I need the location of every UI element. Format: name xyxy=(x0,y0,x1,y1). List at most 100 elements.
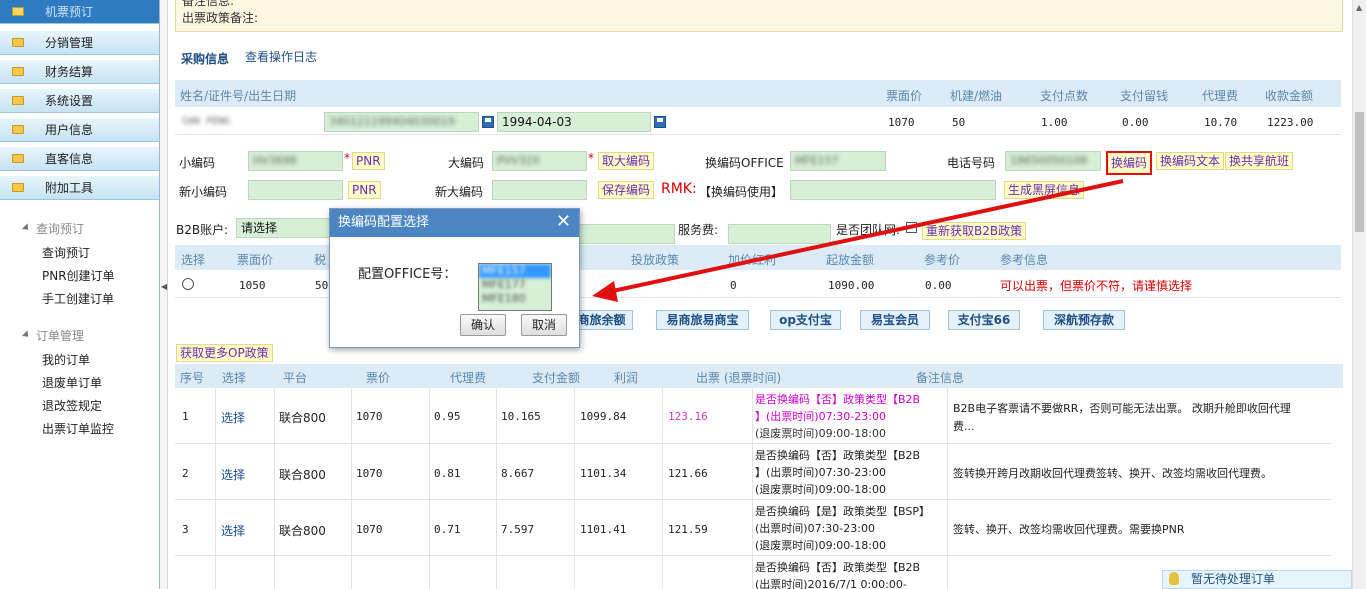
policy-col-fee: 代理费 xyxy=(450,371,487,385)
folder-icon xyxy=(12,67,24,76)
row-platform: 联合800 xyxy=(279,411,326,425)
small-code-value: HV3698 xyxy=(253,154,297,167)
remark-line: 费... xyxy=(953,420,975,433)
b2b-ref-price: 0.00 xyxy=(925,279,952,292)
group-network-checkbox[interactable] xyxy=(906,222,917,233)
dialog-title: 换编码配置选择 xyxy=(330,209,579,237)
link-change-rules[interactable]: 退改签规定 xyxy=(42,397,102,414)
section-booking[interactable]: 查询预订 xyxy=(21,220,85,237)
row-no: 1 xyxy=(182,410,189,423)
refetch-b2b-policy-button[interactable]: 重新获取B2B政策 xyxy=(922,222,1027,240)
scrollbar-thumb[interactable] xyxy=(1355,112,1364,232)
change-shared-flight-button[interactable]: 换共享航班 xyxy=(1225,152,1294,170)
row-select-link[interactable]: 选择 xyxy=(221,409,245,426)
sidebar-splitter[interactable]: ◀ xyxy=(160,0,168,589)
row-amount: 1101.34 xyxy=(580,467,627,480)
change-office-field[interactable]: MFE157 xyxy=(790,151,886,171)
service-fee-field[interactable] xyxy=(728,224,831,244)
row-platform: 联合800 xyxy=(279,524,326,538)
row-platform: 联合800 xyxy=(279,468,326,482)
office-option[interactable]: MFE177 xyxy=(479,278,551,292)
b2b-extra-field[interactable] xyxy=(577,224,675,244)
menu-finance[interactable]: 财务结算 xyxy=(0,60,159,84)
sidebar: 机票预订 分销管理 财务结算 系统设置 用户信息 直客信息 附加工具 查询预订 … xyxy=(0,0,160,589)
menu-label: 机票预订 xyxy=(45,5,94,19)
new-big-code-field[interactable] xyxy=(492,180,587,200)
new-pnr-button[interactable]: PNR xyxy=(348,181,381,199)
rmk-field[interactable] xyxy=(790,180,996,200)
section-orders[interactable]: 订单管理 xyxy=(21,327,84,344)
scroll-up-icon[interactable]: ▲ xyxy=(1356,3,1362,12)
ticket-line: 是否换编码【否】政策类型【B2B xyxy=(755,449,921,462)
office-option[interactable]: MFE157 xyxy=(479,264,551,278)
id-number-field[interactable]: 340121199404030019 xyxy=(324,112,479,132)
office-option[interactable]: MFE180 xyxy=(479,292,551,306)
close-icon[interactable]: ✕ xyxy=(556,212,571,232)
pay-yibao-member-button[interactable]: 易宝会员 xyxy=(860,310,930,330)
link-my-orders[interactable]: 我的订单 xyxy=(42,351,90,368)
row-ticket-info: 是否换编码【否】政策类型【B2B 】(出票时间)07:30-23:00 (退废票… xyxy=(755,391,920,442)
link-manual-create[interactable]: 手工创建订单 xyxy=(42,290,114,307)
folder-icon xyxy=(12,183,24,192)
menu-label: 用户信息 xyxy=(45,123,94,137)
link-refund-orders[interactable]: 退废单订单 xyxy=(42,374,102,391)
big-code-field[interactable]: PVV32X xyxy=(492,151,587,171)
ticket-line: 是否换编码【否】政策类型【B2B xyxy=(755,393,921,406)
row-remark: 签转、换开、改签均需收回代理费。需要换PNR xyxy=(953,523,1185,536)
save-code-button[interactable]: 保存编码 xyxy=(598,181,655,199)
new-small-code-field[interactable] xyxy=(248,180,343,200)
col-name: 姓名/证件号/出生日期 xyxy=(180,89,297,103)
link-query-booking[interactable]: 查询预订 xyxy=(42,244,90,261)
save-icon[interactable] xyxy=(482,116,494,128)
pay-shenhang-deposit-button[interactable]: 深航预存款 xyxy=(1043,310,1125,330)
pay-alipay66-button[interactable]: 支付宝66 xyxy=(948,310,1020,330)
row-select-link[interactable]: 选择 xyxy=(221,466,245,483)
col-retain: 支付留钱 xyxy=(1120,89,1169,103)
passenger-name: SAN PENG xyxy=(182,116,231,127)
b2b-col-select: 选择 xyxy=(181,253,206,267)
ticket-line: 】(出票时间)07:30-23:00 xyxy=(755,410,886,423)
pending-orders-notice[interactable]: 暂无待处理订单 xyxy=(1162,570,1352,589)
fetch-big-code-button[interactable]: 取大编码 xyxy=(598,152,655,170)
menu-user-info[interactable]: 用户信息 xyxy=(0,118,159,142)
b2b-radio[interactable] xyxy=(182,278,194,290)
pnr-button[interactable]: PNR xyxy=(352,152,385,170)
change-office-label: 换编码OFFICE xyxy=(705,156,784,170)
col-tax: 机建/燃油 xyxy=(950,89,1003,103)
link-ticket-monitor[interactable]: 出票订单监控 xyxy=(42,420,114,437)
tab-operation-log[interactable]: 查看操作日志 xyxy=(245,48,317,65)
save-icon[interactable] xyxy=(654,116,666,128)
pay-op-alipay-button[interactable]: op支付宝 xyxy=(770,310,841,330)
menu-tools[interactable]: 附加工具 xyxy=(0,176,159,200)
pay-yishanglv-bao-button[interactable]: 易商旅易商宝 xyxy=(656,310,749,330)
office-listbox[interactable]: MFE157 MFE177 MFE180 xyxy=(478,263,552,311)
tab-purchase-info[interactable]: 采购信息 xyxy=(181,50,229,67)
menu-distribution[interactable]: 分销管理 xyxy=(0,31,159,55)
menu-system-settings[interactable]: 系统设置 xyxy=(0,89,159,113)
link-pnr-create[interactable]: PNR创建订单 xyxy=(42,267,115,284)
policy-col-no: 序号 xyxy=(180,371,205,385)
change-code-text-button[interactable]: 换编码文本 xyxy=(1156,152,1225,170)
folder-icon xyxy=(12,96,24,105)
collapse-icon[interactable]: ◀ xyxy=(161,282,167,291)
change-code-button[interactable]: 换编码 xyxy=(1106,151,1153,175)
birth-date-field[interactable]: 1994-04-03 xyxy=(497,112,651,132)
phone-field[interactable]: 18650050108 xyxy=(1005,151,1101,171)
b2b-col-ref-info: 参考信息 xyxy=(1000,253,1049,267)
generate-screen-button[interactable]: 生成黑屏信息 xyxy=(1004,181,1085,199)
section-label: 查询预订 xyxy=(36,222,85,236)
b2b-account-select[interactable]: 请选择 xyxy=(236,218,336,238)
service-fee-label: 服务费: xyxy=(678,223,719,237)
page-scrollbar[interactable]: ▲ xyxy=(1352,0,1366,589)
menu-direct-customer[interactable]: 直客信息 xyxy=(0,147,159,171)
row-fee: 0.95 xyxy=(434,410,461,423)
get-more-op-policy-button[interactable]: 获取更多OP政策 xyxy=(176,344,273,362)
confirm-button[interactable]: 确认 xyxy=(460,314,506,336)
small-code-field[interactable]: HV3698 xyxy=(248,151,343,171)
menu-ticket-booking[interactable]: 机票预订 xyxy=(0,0,159,24)
office-label: 配置OFFICE号： xyxy=(358,267,457,282)
cancel-button[interactable]: 取消 xyxy=(521,314,567,336)
menu-label: 附加工具 xyxy=(45,181,94,195)
row-select-link[interactable]: 选择 xyxy=(221,522,245,539)
folder-icon xyxy=(12,38,24,47)
